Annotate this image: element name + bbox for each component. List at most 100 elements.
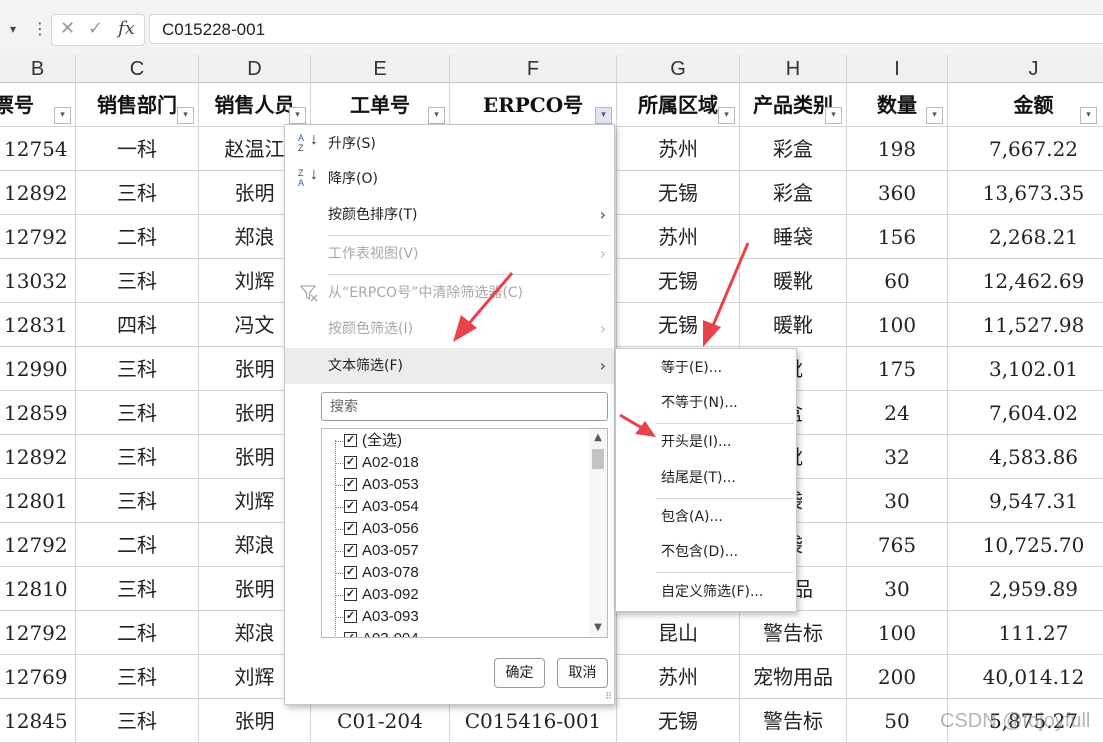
table-cell[interactable]: 无锡: [617, 171, 740, 215]
checkbox[interactable]: ✓: [344, 566, 357, 579]
filter-value-list[interactable]: ✓ (全选) ✓ A02-018 ✓ A03-053 ✓ A03-054 ✓ A03-056 ✓ A0…: [321, 428, 608, 638]
table-cell[interactable]: 9,547.31: [948, 479, 1103, 523]
table-cell[interactable]: 暖靴: [740, 259, 847, 303]
resize-grip-icon[interactable]: ⠿: [605, 693, 612, 702]
table-cell[interactable]: 198: [847, 127, 948, 171]
checkbox[interactable]: ✓: [344, 632, 357, 637]
filter-list-item[interactable]: ✓ A03-094: [322, 628, 582, 637]
list-scrollbar[interactable]: ▲ ▼: [589, 429, 607, 637]
table-cell[interactable]: 12859: [0, 391, 76, 435]
table-cell[interactable]: 12,462.69: [948, 259, 1103, 303]
table-cell[interactable]: 三科: [76, 567, 199, 611]
table-cell[interactable]: 7,667.22: [948, 127, 1103, 171]
table-cell[interactable]: 宠物用品: [740, 655, 847, 699]
menu-sort-by-color[interactable]: 按颜色排序(T) ›: [285, 198, 614, 232]
filter-list-item[interactable]: ✓ A03-092: [322, 584, 582, 606]
table-cell[interactable]: 12831: [0, 303, 76, 347]
table-cell[interactable]: 10,725.70: [948, 523, 1103, 567]
table-cell[interactable]: 13,673.35: [948, 171, 1103, 215]
column-letter[interactable]: G: [617, 55, 740, 83]
table-cell[interactable]: 睡袋: [740, 215, 847, 259]
checkbox[interactable]: ✓: [344, 456, 357, 469]
table-cell[interactable]: 12892: [0, 435, 76, 479]
filter-dropdown-button[interactable]: ▾: [825, 107, 842, 124]
table-cell[interactable]: 111.27: [948, 611, 1103, 655]
table-cell[interactable]: 三科: [76, 347, 199, 391]
checkbox[interactable]: ✓: [344, 522, 357, 535]
table-cell[interactable]: 60: [847, 259, 948, 303]
column-letter[interactable]: C: [76, 55, 199, 83]
table-cell[interactable]: 三科: [76, 391, 199, 435]
submenu-begins-with[interactable]: 开头是(I)...: [616, 425, 796, 459]
table-cell[interactable]: 156: [847, 215, 948, 259]
submenu-equals[interactable]: 等于(E)...: [616, 351, 796, 385]
table-cell[interactable]: 40,014.12: [948, 655, 1103, 699]
checkbox[interactable]: ✓: [344, 500, 357, 513]
table-cell[interactable]: 12792: [0, 611, 76, 655]
submenu-custom-filter[interactable]: 自定义筛选(F)...: [616, 575, 796, 609]
table-cell[interactable]: 暖靴: [740, 303, 847, 347]
table-cell[interactable]: 175: [847, 347, 948, 391]
table-cell[interactable]: 32: [847, 435, 948, 479]
submenu-ends-with[interactable]: 结尾是(T)...: [616, 461, 796, 495]
table-cell[interactable]: C015416-001: [450, 699, 617, 743]
filter-dropdown-button[interactable]: ▾: [177, 107, 194, 124]
scroll-down-icon[interactable]: ▼: [589, 619, 607, 637]
confirm-icon[interactable]: ✓: [88, 19, 103, 39]
checkbox[interactable]: ✓: [344, 434, 357, 447]
ok-button[interactable]: 确定: [494, 658, 545, 688]
table-cell[interactable]: 苏州: [617, 127, 740, 171]
column-letter[interactable]: F: [450, 55, 617, 83]
cancel-button[interactable]: 取消: [557, 658, 608, 688]
submenu-not-contains[interactable]: 不包含(D)...: [616, 535, 796, 569]
table-cell[interactable]: 二科: [76, 523, 199, 567]
table-cell[interactable]: 苏州: [617, 655, 740, 699]
table-cell[interactable]: 三科: [76, 259, 199, 303]
checkbox[interactable]: ✓: [344, 588, 357, 601]
insert-function-icon[interactable]: fx: [118, 19, 135, 39]
table-cell[interactable]: 苏州: [617, 215, 740, 259]
table-cell[interactable]: 2,959.89: [948, 567, 1103, 611]
table-cell[interactable]: 12990: [0, 347, 76, 391]
menu-text-filter[interactable]: 文本筛选(F) ›: [285, 348, 614, 384]
filter-list-item[interactable]: ✓ A02-018: [322, 452, 582, 474]
table-cell[interactable]: 四科: [76, 303, 199, 347]
scroll-thumb[interactable]: [592, 449, 604, 469]
table-cell[interactable]: 200: [847, 655, 948, 699]
filter-dropdown-button[interactable]: ▾: [595, 107, 612, 124]
table-cell[interactable]: 张明: [199, 699, 311, 743]
table-cell[interactable]: 50: [847, 699, 948, 743]
table-cell[interactable]: C01-204: [311, 699, 450, 743]
table-cell[interactable]: 12845: [0, 699, 76, 743]
table-cell[interactable]: 无锡: [617, 259, 740, 303]
table-cell[interactable]: 30: [847, 567, 948, 611]
menu-sort-ascending[interactable]: A Z ↓ 升序(S): [285, 127, 614, 161]
filter-dropdown-button[interactable]: ▾: [54, 107, 71, 124]
filter-list-item[interactable]: ✓ A03-054: [322, 496, 582, 518]
table-cell[interactable]: 昆山: [617, 611, 740, 655]
filter-list-item[interactable]: ✓ A03-053: [322, 474, 582, 496]
filter-list-item[interactable]: ✓ (全选): [322, 430, 582, 452]
table-cell[interactable]: 13032: [0, 259, 76, 303]
table-cell[interactable]: 2,268.21: [948, 215, 1103, 259]
table-cell[interactable]: 12810: [0, 567, 76, 611]
column-letter[interactable]: J: [948, 55, 1103, 83]
table-cell[interactable]: 7,604.02: [948, 391, 1103, 435]
filter-search-input[interactable]: [321, 392, 608, 421]
filter-dropdown-button[interactable]: ▾: [428, 107, 445, 124]
column-letter[interactable]: B: [0, 55, 76, 83]
table-cell[interactable]: 4,583.86: [948, 435, 1103, 479]
table-cell[interactable]: 12892: [0, 171, 76, 215]
table-cell[interactable]: 24: [847, 391, 948, 435]
checkbox[interactable]: ✓: [344, 544, 357, 557]
filter-dropdown-button[interactable]: ▾: [926, 107, 943, 124]
table-cell[interactable]: 三科: [76, 655, 199, 699]
menu-sort-descending[interactable]: Z A ↓ 降序(O): [285, 162, 614, 196]
table-cell[interactable]: 11,527.98: [948, 303, 1103, 347]
table-cell[interactable]: 12769: [0, 655, 76, 699]
table-cell[interactable]: 三科: [76, 435, 199, 479]
table-cell[interactable]: 30: [847, 479, 948, 523]
table-cell[interactable]: 12792: [0, 215, 76, 259]
name-box-dropdown[interactable]: ▾: [0, 14, 26, 44]
filter-dropdown-button[interactable]: ▾: [1080, 107, 1097, 124]
